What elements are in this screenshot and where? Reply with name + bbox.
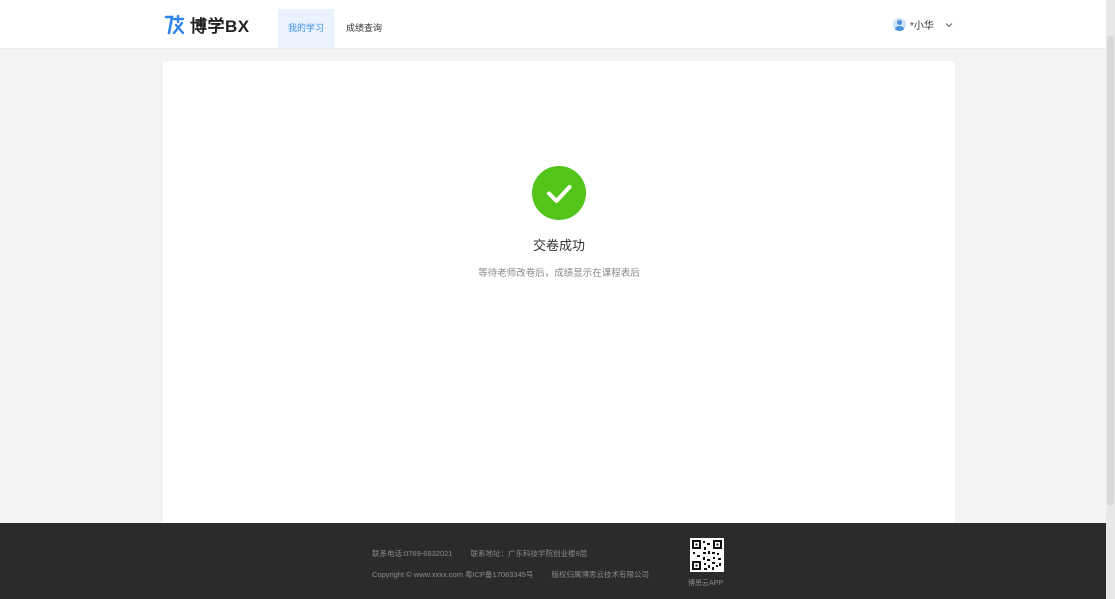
logo[interactable]: 博学BX xyxy=(163,12,250,36)
logo-icon xyxy=(164,14,185,35)
scrollbar-thumb[interactable] xyxy=(1107,36,1114,506)
chevron-down-icon xyxy=(945,22,953,27)
avatar-icon xyxy=(893,18,906,31)
footer-owner: 版权归属博思云技术有限公司 xyxy=(551,570,650,579)
result-title: 交卷成功 xyxy=(532,238,585,253)
footer-address: 联系地址：广东科技学院创业楼9层 xyxy=(470,549,588,558)
nav-my-learning[interactable]: 我的学习 xyxy=(278,9,335,48)
user-name: *小华 xyxy=(910,21,934,32)
main-nav: 我的学习 成绩查询 xyxy=(278,9,394,48)
user-menu[interactable]: *小华 xyxy=(893,17,954,32)
nav-score-query[interactable]: 成绩查询 xyxy=(336,9,392,48)
footer-legal: Copyright © www.xxxx.com 粤ICP备17063345号 … xyxy=(372,569,665,580)
page-footer: 联系电话:0769-6832021 联系地址：广东科技学院创业楼9层 Copyr… xyxy=(0,523,1106,599)
success-check-icon xyxy=(532,166,586,220)
qr-label: 博思云APP xyxy=(688,580,724,587)
result-card: 交卷成功 等待老师改卷后，成绩显示在课程表后 xyxy=(163,61,955,523)
footer-phone: 联系电话:0769-6832021 xyxy=(372,549,453,558)
top-header: 博学BX 我的学习 成绩查询 *小华 xyxy=(0,0,1106,49)
result-subtitle: 等待老师改卷后，成绩显示在课程表后 xyxy=(478,268,640,279)
footer-copyright: Copyright © www.xxxx.com 粤ICP备17063345号 xyxy=(372,570,534,579)
footer-contact: 联系电话:0769-6832021 联系地址：广东科技学院创业楼9层 xyxy=(372,548,603,559)
qr-code-icon xyxy=(690,538,724,572)
page-scrollbar[interactable] xyxy=(1106,0,1115,599)
logo-text: 博学BX xyxy=(190,16,250,36)
